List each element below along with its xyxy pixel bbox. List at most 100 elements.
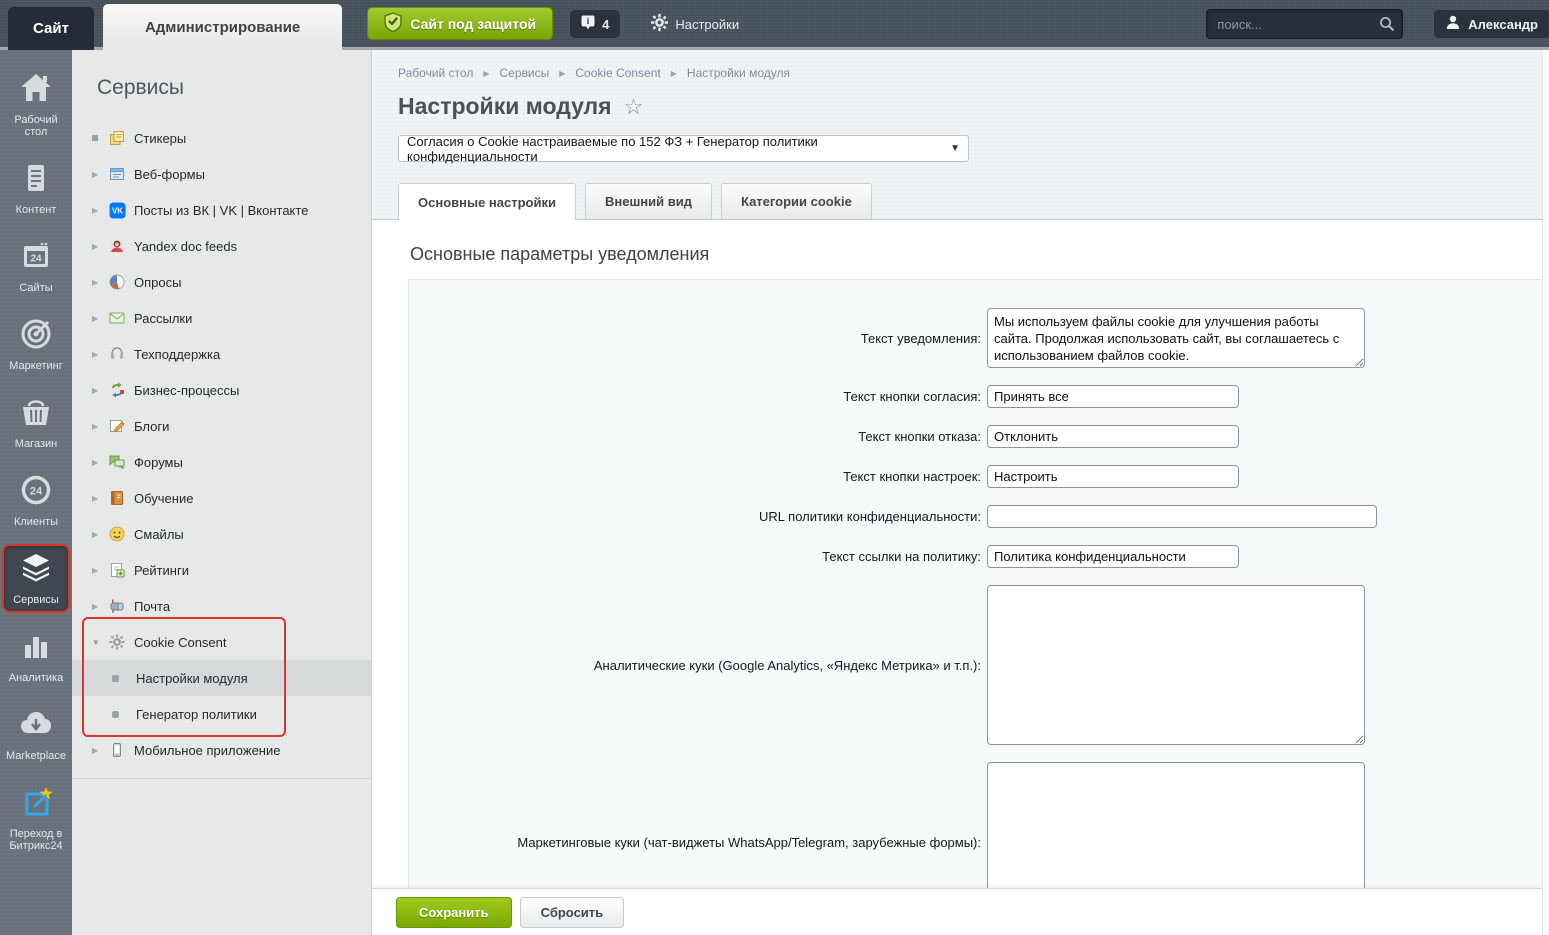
tab-administration[interactable]: Администрирование: [103, 4, 342, 50]
rail-item-basket[interactable]: Магазин: [2, 388, 70, 457]
tab-site[interactable]: Сайт: [8, 7, 94, 50]
notice-text-label: Текст уведомления:: [409, 331, 987, 346]
sidebar-item-посты-из-вк-vk-вконтакте[interactable]: ▶VKПосты из ВК | VK | Вконтакте: [72, 192, 371, 228]
site-protected-button[interactable]: Сайт под защитой: [367, 7, 553, 40]
expand-arrow-icon[interactable]: ▶: [92, 530, 106, 539]
rail-item-target[interactable]: Маркетинг: [2, 310, 70, 379]
user-menu-button[interactable]: Александр: [1433, 9, 1549, 39]
sidebar-item-стикеры[interactable]: Стикеры: [72, 120, 371, 156]
sidebar-item-настройки-модуля[interactable]: Настройки модуля: [72, 660, 371, 696]
gear-icon: [651, 14, 668, 34]
rail-item-home[interactable]: Рабочий стол: [2, 64, 70, 145]
sidebar-item-смайлы[interactable]: ▶Смайлы: [72, 516, 371, 552]
expand-arrow-icon[interactable]: ▶: [92, 386, 106, 395]
policy-url-input[interactable]: [987, 505, 1377, 528]
rail-item-document[interactable]: Контент: [2, 154, 70, 223]
sidebar-item-бизнес-процессы[interactable]: ▶Бизнес-процессы: [72, 372, 371, 408]
topbar-settings-button[interactable]: Настройки: [651, 14, 739, 34]
sidebar-item-блоги[interactable]: ▶ Блоги: [72, 408, 371, 444]
svg-text:VK: VK: [111, 206, 122, 215]
sites-icon: 24: [19, 240, 53, 277]
expand-arrow-icon[interactable]: ▶: [92, 746, 106, 755]
scrollbar-track[interactable]: [1542, 50, 1549, 935]
rail-item-clients[interactable]: 24Клиенты: [2, 466, 70, 535]
main-content: Рабочий стол▶Сервисы▶Cookie Consent▶Наст…: [372, 50, 1549, 935]
sidebar-title: Сервисы: [97, 76, 371, 100]
expand-arrow-icon[interactable]: ▶: [92, 170, 106, 179]
policy-link-text-input[interactable]: [987, 545, 1239, 568]
sidebar-item-рейтинги[interactable]: ▶Рейтинги: [72, 552, 371, 588]
sidebar-item-генератор-политики[interactable]: Генератор политики: [72, 696, 371, 732]
rail-item-label: Магазин: [15, 438, 57, 450]
rail-item-bitrix24[interactable]: Переход в Битрикс24: [2, 778, 70, 859]
expand-arrow-icon[interactable]: ▶: [92, 278, 106, 287]
form-row: Текст ссылки на политику:: [409, 545, 1548, 568]
breadcrumb-item[interactable]: Сервисы: [499, 66, 549, 80]
search-icon[interactable]: [1379, 16, 1395, 37]
notifications-badge[interactable]: i 4: [569, 9, 621, 39]
settings-tabs: Основные настройкиВнешний видКатегории c…: [398, 183, 1549, 220]
expand-arrow-icon[interactable]: ▶: [92, 350, 106, 359]
person-icon: [1446, 15, 1460, 33]
favorite-star-icon[interactable]: ☆: [624, 97, 644, 117]
reset-button[interactable]: Сбросить: [520, 897, 625, 928]
breadcrumb-item[interactable]: Настройки модуля: [687, 66, 790, 80]
preset-select[interactable]: Согласия о Cookie настраиваемые по 152 Ф…: [398, 135, 969, 162]
newsletter-icon: [108, 309, 126, 327]
expand-arrow-icon[interactable]: ▶: [92, 494, 106, 503]
decline-button-text-input[interactable]: [987, 425, 1239, 448]
sidebar-item-label: Техподдержка: [134, 347, 220, 362]
sidebar-item-опросы[interactable]: ▶ Опросы: [72, 264, 371, 300]
expand-arrow-icon[interactable]: ▶: [92, 242, 106, 251]
sidebar-item-веб-формы[interactable]: ▶Веб-формы: [72, 156, 371, 192]
accept-button-text-input[interactable]: [987, 385, 1239, 408]
bullet-icon: [92, 135, 106, 141]
sidebar-item-техподдержка[interactable]: ▶ Техподдержка: [72, 336, 371, 372]
sidebar-item-yandex-doc-feeds[interactable]: ▶Yandex doc feeds: [72, 228, 371, 264]
rail-item-cloud[interactable]: Marketplace: [2, 700, 70, 769]
breadcrumb-item[interactable]: Рабочий стол: [398, 66, 473, 80]
save-button[interactable]: Сохранить: [396, 897, 512, 928]
support-icon: [108, 345, 126, 363]
sidebar-item-рассылки[interactable]: ▶Рассылки: [72, 300, 371, 336]
collapse-arrow-icon[interactable]: ▼: [92, 638, 106, 647]
tab-категории-cookie[interactable]: Категории cookie: [721, 183, 872, 219]
sidebar-item-label: Опросы: [134, 275, 181, 290]
settings-button-text-input[interactable]: [987, 465, 1239, 488]
sidebar-item-мобильное-приложение[interactable]: ▶ Мобильное приложение: [72, 732, 371, 768]
expand-arrow-icon[interactable]: ▶: [92, 314, 106, 323]
sidebar-item-label: Генератор политики: [136, 707, 257, 722]
cloud-icon: [19, 708, 53, 745]
sidebar-item-label: Обучение: [134, 491, 193, 506]
rail-item-sites[interactable]: 24Сайты: [2, 232, 70, 301]
sidebar-item-label: Мобильное приложение: [134, 743, 280, 758]
sidebar-item-почта[interactable]: ▶ Почта: [72, 588, 371, 624]
topbar-settings-label: Настройки: [675, 17, 739, 32]
expand-arrow-icon[interactable]: ▶: [92, 206, 106, 215]
expand-arrow-icon[interactable]: ▶: [92, 458, 106, 467]
tab-внешний-вид[interactable]: Внешний вид: [585, 183, 712, 219]
sidebar-item-label: Почта: [134, 599, 170, 614]
rail-item-chart[interactable]: Аналитика: [2, 622, 70, 691]
rail-item-layers[interactable]: Сервисы: [2, 544, 70, 613]
search-input[interactable]: [1206, 9, 1403, 39]
blogs-icon: [108, 417, 126, 435]
policy-url-label: URL политики конфиденциальности:: [409, 509, 987, 524]
sidebar-item-label: Блоги: [134, 419, 169, 434]
form-row: Текст кнопки отказа:: [409, 425, 1548, 448]
breadcrumb-item[interactable]: Cookie Consent: [575, 66, 660, 80]
expand-arrow-icon[interactable]: ▶: [92, 566, 106, 575]
sidebar-item-форумы[interactable]: ▶Форумы: [72, 444, 371, 480]
analytics-cookies-input[interactable]: [987, 585, 1365, 745]
smiles-icon: [108, 525, 126, 543]
tab-основные-настройки[interactable]: Основные настройки: [398, 183, 576, 220]
sidebar-divider: [72, 778, 371, 779]
sidebar-item-cookie-consent[interactable]: ▼Cookie Consent: [72, 624, 371, 660]
expand-arrow-icon[interactable]: ▶: [92, 602, 106, 611]
notice-text-input[interactable]: Мы используем файлы cookie для улучшения…: [987, 308, 1365, 368]
user-name: Александр: [1468, 17, 1538, 32]
marketing-cookies-label: Маркетинговые куки (чат-виджеты WhatsApp…: [409, 835, 987, 850]
sidebar-item-обучение[interactable]: ▶ Обучение: [72, 480, 371, 516]
expand-arrow-icon[interactable]: ▶: [92, 422, 106, 431]
protect-button-label: Сайт под защитой: [410, 16, 536, 32]
